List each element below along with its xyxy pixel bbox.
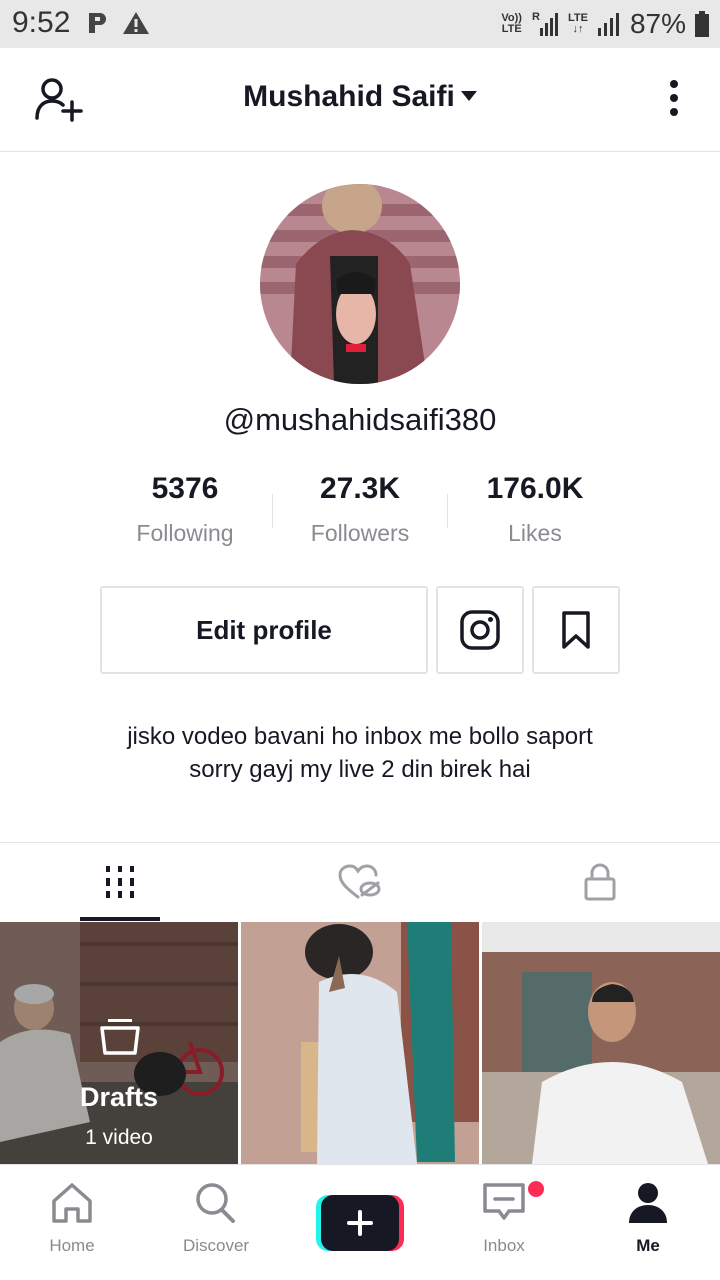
notification-badge xyxy=(528,1181,544,1197)
likes-count: 176.0K xyxy=(486,472,584,505)
inbox-icon xyxy=(483,1183,525,1220)
followers-label: Followers xyxy=(310,520,410,546)
drafts-tile[interactable]: Drafts 1 video xyxy=(0,922,238,1164)
profile-bio: jisko vodeo bavani ho inbox me bollo sap… xyxy=(0,720,720,786)
status-time: 9:52 xyxy=(12,6,71,39)
stat-following[interactable]: 5376 Following xyxy=(100,472,270,547)
nav-discover-label: Discover xyxy=(182,1236,250,1255)
warning-icon xyxy=(123,12,149,34)
tab-liked[interactable] xyxy=(240,843,480,921)
lte-arrows: ↓↑ xyxy=(572,23,584,35)
profile-header: Mushahid Saifi xyxy=(0,48,720,152)
video-grid: Drafts 1 video xyxy=(0,922,720,1164)
bottom-navigation: Home Discover Inbox Me xyxy=(0,1164,720,1280)
plus-icon xyxy=(347,1210,373,1236)
signal-roaming-icon: R xyxy=(532,11,558,36)
bio-line: jisko vodeo bavani ho inbox me bollo sap… xyxy=(127,723,593,750)
grid-icon xyxy=(106,866,134,898)
nav-discover[interactable]: Discover xyxy=(144,1181,288,1256)
page-title: Mushahid Saifi xyxy=(243,80,455,113)
person-icon xyxy=(629,1183,667,1223)
more-vertical-icon xyxy=(666,80,682,116)
battery-percent: 87% xyxy=(629,8,686,39)
nav-inbox-label: Inbox xyxy=(483,1236,525,1255)
instagram-button[interactable] xyxy=(436,586,524,674)
content-tabs xyxy=(0,842,720,922)
search-icon xyxy=(196,1183,235,1223)
following-label: Following xyxy=(136,520,234,546)
parking-app-icon xyxy=(89,13,106,33)
status-left-icons xyxy=(86,11,150,35)
edit-profile-button[interactable]: Edit profile xyxy=(100,586,428,674)
tab-private[interactable] xyxy=(480,843,720,921)
volte-lte-label: LTE xyxy=(501,23,522,35)
favorites-button[interactable] xyxy=(532,586,620,674)
stat-likes[interactable]: 176.0K Likes xyxy=(450,472,620,547)
following-count: 5376 xyxy=(151,472,219,505)
tab-videos[interactable] xyxy=(0,843,240,921)
battery-icon xyxy=(695,11,709,37)
create-video-button[interactable] xyxy=(316,1195,404,1251)
profile-stats: 5376 Following 27.3K Followers 176.0K Li… xyxy=(100,472,620,552)
bio-line: sorry gayj my live 2 din birek hai xyxy=(189,756,531,783)
nav-me[interactable]: Me xyxy=(576,1181,720,1256)
instagram-icon xyxy=(460,610,500,650)
account-switcher[interactable]: Mushahid Saifi xyxy=(0,80,720,114)
status-right: Vo)) LTE R LTE ↓↑ 87% xyxy=(501,8,710,40)
nav-inbox[interactable]: Inbox xyxy=(432,1181,576,1256)
video-thumbnail[interactable] xyxy=(482,922,720,1164)
more-options-button[interactable] xyxy=(666,80,682,120)
create-button-face xyxy=(321,1195,399,1251)
username: @mushahidsaifi380 xyxy=(223,402,497,437)
lte-indicator: LTE ↓↑ xyxy=(568,13,588,35)
lock-icon xyxy=(584,863,616,901)
chevron-down-icon xyxy=(460,91,477,102)
active-tab-indicator xyxy=(80,917,160,921)
drafts-count: 1 video xyxy=(85,1126,153,1149)
avatar-photo xyxy=(260,184,460,384)
drafts-icon xyxy=(100,1019,140,1055)
nav-home-label: Home xyxy=(49,1236,95,1255)
drafts-label: Drafts xyxy=(79,1082,159,1112)
nav-me-label: Me xyxy=(636,1236,660,1255)
stat-divider xyxy=(447,494,448,528)
volte-indicator: Vo)) LTE xyxy=(501,13,522,35)
video-thumbnail[interactable] xyxy=(241,922,479,1164)
stat-divider xyxy=(272,494,273,528)
followers-count: 27.3K xyxy=(319,472,401,505)
svg-text:R: R xyxy=(532,11,540,23)
avatar[interactable] xyxy=(260,184,460,384)
status-bar: 9:52 Vo)) LTE R LTE ↓↑ 87% xyxy=(0,0,720,48)
video-thumbnail-image xyxy=(241,922,479,1164)
nav-home[interactable]: Home xyxy=(0,1181,144,1256)
video-thumbnail-image xyxy=(482,922,720,1164)
signal-icon xyxy=(597,13,619,36)
bookmark-icon xyxy=(562,611,590,649)
likes-label: Likes xyxy=(508,520,562,546)
liked-hidden-icon xyxy=(338,864,381,899)
stat-followers[interactable]: 27.3K Followers xyxy=(275,472,445,547)
home-icon xyxy=(52,1183,92,1223)
